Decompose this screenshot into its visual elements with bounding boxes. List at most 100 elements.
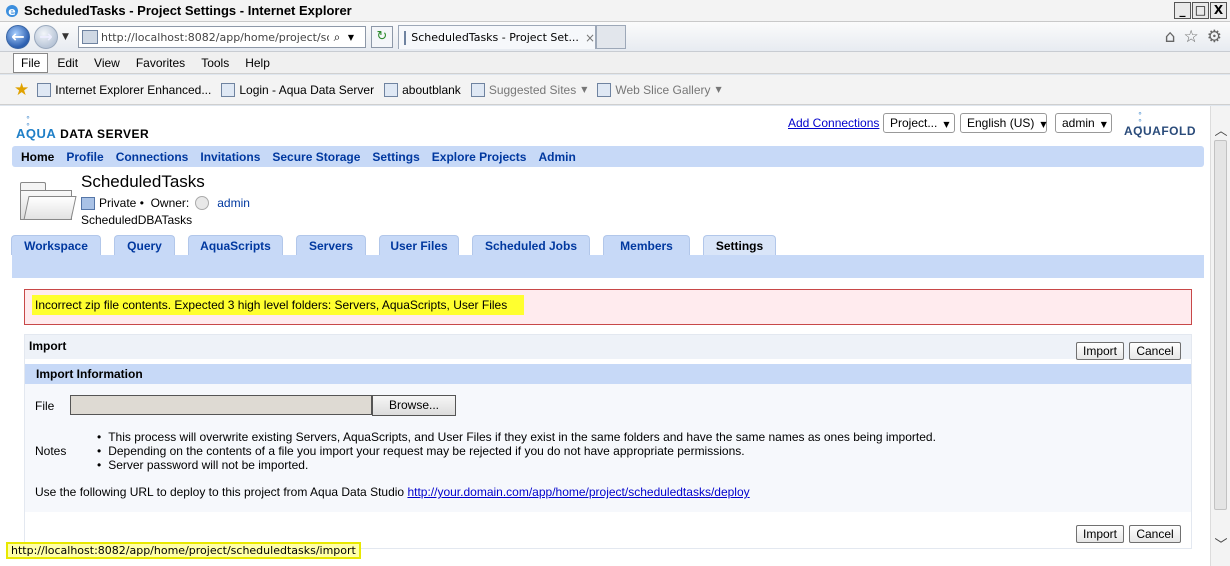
import-button-bottom[interactable]: Import: [1076, 525, 1124, 543]
minimize-button[interactable]: _: [1174, 2, 1191, 19]
window-title-bar: e ScheduledTasks - Project Settings - In…: [0, 0, 1230, 22]
menu-help[interactable]: Help: [238, 54, 277, 72]
list-item: This process will overwrite existing Ser…: [97, 430, 936, 444]
cancel-button-bottom[interactable]: Cancel: [1129, 525, 1181, 543]
vertical-scrollbar[interactable]: ︿ ﹀: [1210, 106, 1230, 566]
list-item: Server password will not be imported.: [97, 458, 936, 472]
tab-settings[interactable]: Settings: [703, 235, 776, 255]
scrollbar-thumb[interactable]: [1214, 140, 1227, 510]
import-panel-title: Import: [29, 339, 67, 353]
notes-label: Notes: [35, 444, 67, 458]
tab-scheduled-jobs[interactable]: Scheduled Jobs: [472, 235, 590, 255]
address-bar[interactable]: http://localhost:8082/app/home/project/s…: [78, 26, 366, 48]
nav-connections[interactable]: Connections: [116, 150, 189, 164]
file-path-input[interactable]: [70, 395, 372, 415]
nav-secure-storage[interactable]: Secure Storage: [272, 150, 360, 164]
nav-explore-projects[interactable]: Explore Projects: [432, 150, 527, 164]
tab-workspace[interactable]: Workspace: [11, 235, 101, 255]
project-subtitle: ScheduledDBATasks: [81, 213, 193, 227]
main-navigation: Home Profile Connections Invitations Sec…: [12, 146, 1204, 167]
nav-home[interactable]: Home: [21, 150, 54, 164]
tab-servers[interactable]: Servers: [296, 235, 366, 255]
address-dropdown-icon[interactable]: ▼: [345, 33, 357, 42]
error-banner: Incorrect zip file contents. Expected 3 …: [24, 289, 1192, 325]
tab-aquascripts[interactable]: AquaScripts: [188, 235, 283, 255]
tab-members[interactable]: Members: [603, 235, 690, 255]
favorite-page-icon: [470, 82, 485, 97]
window-controls: _ □ X: [1174, 2, 1227, 19]
owner-link[interactable]: admin: [217, 196, 250, 210]
list-item: Depending on the contents of a file you …: [97, 444, 936, 458]
menu-edit[interactable]: Edit: [50, 54, 85, 72]
favorite-page-icon: [384, 82, 399, 97]
deploy-url-link[interactable]: http://your.domain.com/app/home/project/…: [407, 485, 749, 499]
error-message: Incorrect zip file contents. Expected 3 …: [32, 295, 525, 315]
deploy-text: Use the following URL to deploy to this …: [35, 485, 405, 499]
tab-content-strip: [12, 255, 1204, 278]
chevron-down-icon: ▼: [1100, 120, 1107, 129]
project-select[interactable]: Project... ▼: [883, 113, 955, 133]
favorites-star-icon[interactable]: ☆: [1184, 27, 1199, 47]
language-select[interactable]: English (US) ▼: [960, 113, 1047, 133]
menu-tools[interactable]: Tools: [194, 54, 236, 72]
cancel-button-top[interactable]: Cancel: [1129, 342, 1181, 360]
refresh-button[interactable]: ↻: [371, 26, 393, 48]
chevron-down-icon: ▼: [1040, 120, 1047, 129]
close-button[interactable]: X: [1210, 2, 1227, 19]
owner-label: Owner:: [150, 196, 190, 210]
menu-favorites[interactable]: Favorites: [129, 54, 192, 72]
browser-tab-title: ScheduledTasks - Project Set...: [411, 31, 579, 44]
favorites-star-icon[interactable]: ★: [14, 80, 29, 100]
nav-admin[interactable]: Admin: [538, 150, 575, 164]
nav-profile[interactable]: Profile: [66, 150, 103, 164]
menu-file[interactable]: File: [13, 52, 49, 73]
tab-close-icon[interactable]: ×: [585, 31, 595, 45]
project-tabs: Workspace Query AquaScripts Servers User Fil…: [11, 235, 789, 255]
favorite-web-slice-gallery[interactable]: Web Slice Gallery ▼: [597, 82, 722, 97]
scroll-up-icon[interactable]: ︿: [1211, 120, 1230, 139]
nav-settings[interactable]: Settings: [372, 150, 419, 164]
menu-view[interactable]: View: [87, 54, 127, 72]
history-dropdown-icon[interactable]: ▼: [62, 32, 69, 42]
back-arrow-icon: ←: [11, 27, 25, 46]
add-connections-link[interactable]: Add Connections: [788, 116, 879, 130]
favorite-aboutblank[interactable]: aboutblank: [384, 82, 461, 97]
favorite-ie-enhanced[interactable]: Internet Explorer Enhanced...: [37, 82, 211, 97]
back-button[interactable]: ←: [6, 25, 30, 49]
forward-button[interactable]: →: [34, 25, 58, 49]
status-bar-url: http://localhost:8082/app/home/project/s…: [6, 542, 361, 559]
favorite-login-aqua[interactable]: Login - Aqua Data Server: [221, 82, 374, 97]
nav-invitations[interactable]: Invitations: [200, 150, 260, 164]
browser-tab[interactable]: ScheduledTasks - Project Set... ×: [398, 25, 596, 49]
favorite-suggested-sites[interactable]: Suggested Sites ▼: [470, 82, 588, 97]
import-information-header: Import Information: [25, 364, 1191, 384]
new-tab-button[interactable]: [596, 25, 626, 49]
favorite-page-icon: [37, 82, 52, 97]
search-icon[interactable]: ⌕: [329, 30, 345, 45]
browser-navigation-bar: ← → ▼ http://localhost:8082/app/home/pro…: [0, 22, 1230, 52]
address-input[interactable]: http://localhost:8082/app/home/project/s…: [101, 31, 329, 44]
project-visibility: Private: [99, 196, 137, 210]
chevron-down-icon: ▼: [715, 85, 722, 94]
home-icon[interactable]: ⌂: [1165, 27, 1176, 47]
page-icon: [82, 30, 98, 44]
maximize-button[interactable]: □: [1192, 2, 1209, 19]
import-information-body: File Browse... Notes This process will o…: [25, 384, 1191, 512]
page-viewport: ° °° AQUA DATA SERVER Add Connections Pro…: [0, 106, 1210, 566]
chevron-down-icon: ▼: [581, 85, 588, 94]
tab-user-files[interactable]: User Files: [379, 235, 459, 255]
browse-button[interactable]: Browse...: [372, 395, 456, 416]
import-panel: Import Import Cancel Import Information …: [24, 334, 1192, 549]
tab-query[interactable]: Query: [114, 235, 175, 255]
scroll-down-icon[interactable]: ﹀: [1211, 534, 1230, 553]
window-title: ScheduledTasks - Project Settings - Inte…: [24, 3, 352, 18]
user-select[interactable]: admin ▼: [1055, 113, 1112, 133]
gear-icon[interactable]: ⚙: [1207, 27, 1222, 47]
favorite-page-icon: [597, 82, 612, 97]
notes-list: This process will overwrite existing Ser…: [97, 430, 936, 472]
menu-bar: File Edit View Favorites Tools Help: [0, 52, 1230, 74]
deploy-instructions: Use the following URL to deploy to this …: [35, 485, 750, 499]
tab-page-icon: [404, 30, 407, 45]
import-button-top[interactable]: Import: [1076, 342, 1124, 360]
browser-right-icons: ⌂ ☆ ⚙: [1165, 27, 1222, 47]
